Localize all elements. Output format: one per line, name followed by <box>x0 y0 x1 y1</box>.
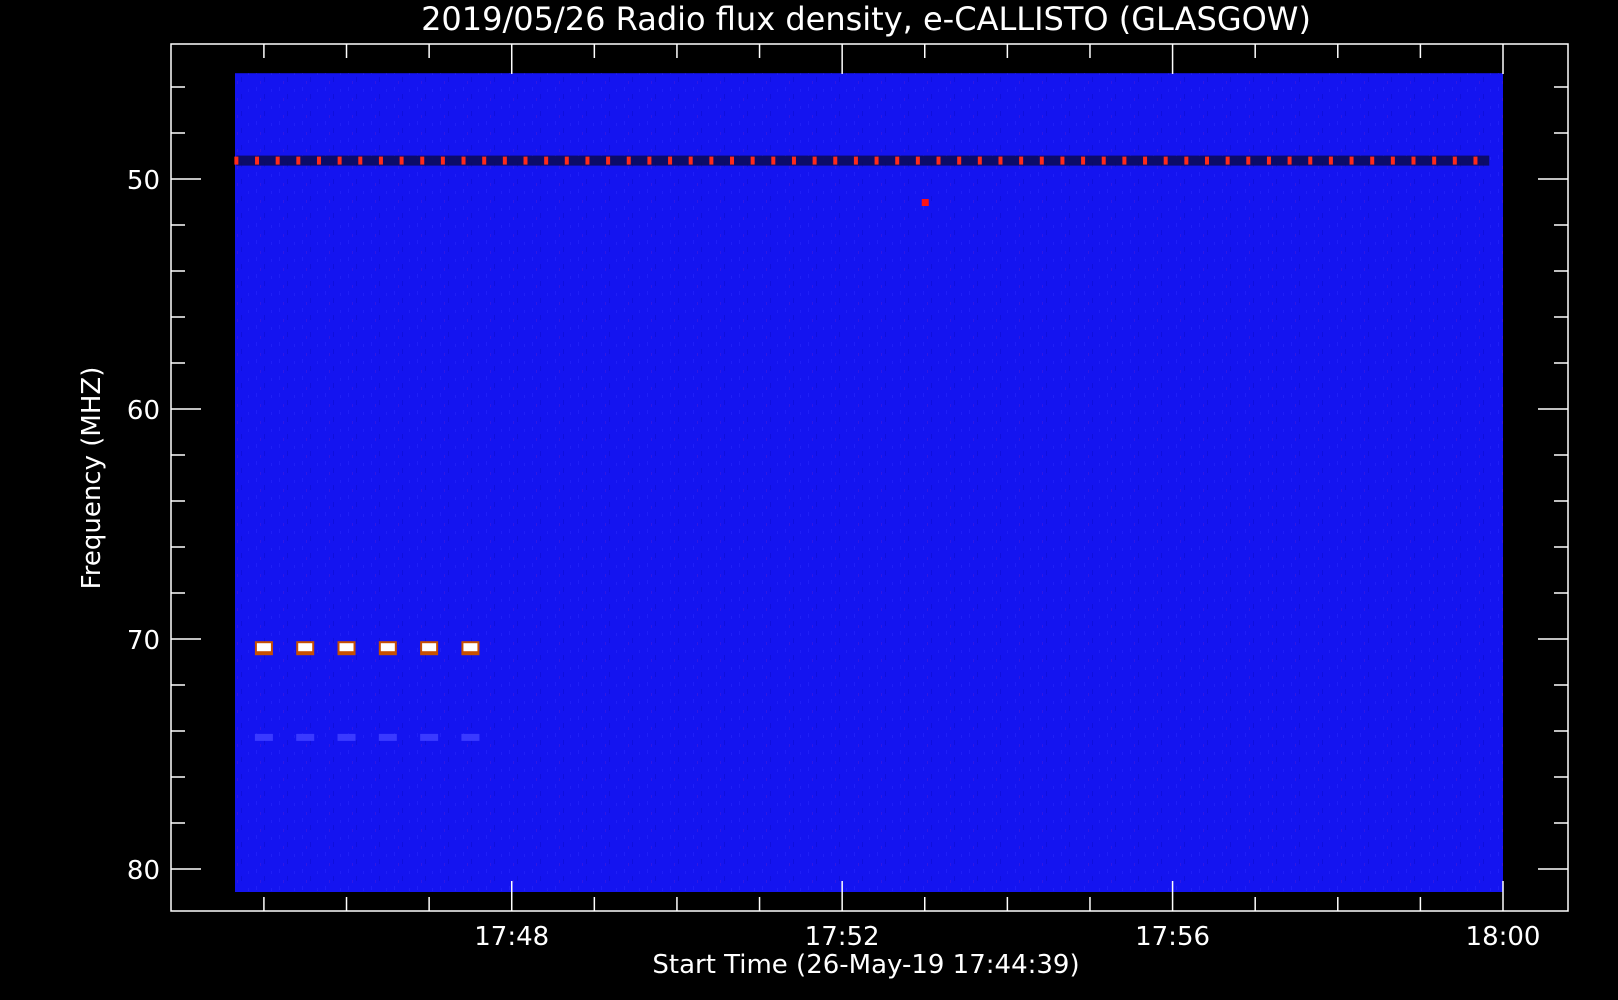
interference-pulse <box>957 156 962 165</box>
interference-pulse <box>1308 156 1313 165</box>
interference-pulse <box>275 156 280 165</box>
interference-pulse <box>606 156 611 165</box>
x-tick-label: 17:48 <box>474 922 549 952</box>
interference-pulse <box>936 156 941 165</box>
isolated-spike <box>921 199 929 206</box>
interference-pulse <box>585 156 590 165</box>
faint-pulse <box>337 733 356 741</box>
bright-pulse-core <box>256 643 271 652</box>
interference-pulse <box>688 156 693 165</box>
bright-pulse-core <box>380 643 395 652</box>
interference-pulse <box>874 156 879 165</box>
interference-pulse <box>1143 156 1148 165</box>
interference-pulse <box>626 156 631 165</box>
interference-pulse <box>564 156 569 165</box>
spectrogram-noise <box>235 73 1503 892</box>
interference-pulse <box>791 156 796 165</box>
interference-pulse <box>378 156 383 165</box>
faint-pulse <box>420 733 439 741</box>
y-tick-label: 60 <box>127 396 160 426</box>
bright-pulse-core <box>298 643 313 652</box>
interference-pulse <box>750 156 755 165</box>
interference-pulse <box>316 156 321 165</box>
interference-pulse <box>730 156 735 165</box>
interference-pulse <box>296 156 301 165</box>
interference-pulse <box>1411 156 1416 165</box>
interference-pulse <box>399 156 404 165</box>
faint-pulse <box>296 733 315 741</box>
interference-pulse <box>1039 156 1044 165</box>
interference-pulse <box>853 156 858 165</box>
faint-pulse <box>378 733 397 741</box>
faint-pulse <box>254 733 273 741</box>
bright-pulse-core <box>422 643 437 652</box>
spectrogram-chart: 2019/05/26 Radio flux density, e-CALLIST… <box>77 0 1569 980</box>
interference-pulse <box>523 156 528 165</box>
interference-pulse <box>337 156 342 165</box>
interference-pulse <box>1452 156 1457 165</box>
interference-pulse <box>1390 156 1395 165</box>
interference-pulse <box>440 156 445 165</box>
interference-pulse <box>1122 156 1127 165</box>
interference-pulse <box>1163 156 1168 165</box>
interference-pulse <box>1287 156 1292 165</box>
interference-band-dark <box>236 155 1490 166</box>
bright-pulse-core <box>463 643 478 652</box>
x-tick-label: 18:00 <box>1466 922 1541 952</box>
interference-pulse <box>1060 156 1065 165</box>
interference-pulse <box>502 156 507 165</box>
interference-pulse <box>1473 156 1478 165</box>
interference-pulse <box>358 156 363 165</box>
interference-pulse <box>1246 156 1251 165</box>
interference-pulse <box>1328 156 1333 165</box>
interference-pulse <box>1432 156 1437 165</box>
interference-pulse <box>1019 156 1024 165</box>
interference-pulse <box>1081 156 1086 165</box>
interference-pulse <box>1266 156 1271 165</box>
interference-pulse <box>977 156 982 165</box>
faint-pulse <box>461 733 480 741</box>
x-tick-label: 17:56 <box>1135 922 1210 952</box>
interference-pulse <box>1370 156 1375 165</box>
x-tick-label: 17:52 <box>805 922 880 952</box>
interference-pulse <box>234 156 239 165</box>
interference-pulse <box>915 156 920 165</box>
y-tick-label: 70 <box>127 626 160 656</box>
y-tick-label: 50 <box>127 166 160 196</box>
interference-pulse <box>647 156 652 165</box>
interference-pulse <box>482 156 487 165</box>
interference-pulse <box>668 156 673 165</box>
interference-pulse <box>255 156 260 165</box>
interference-pulse <box>812 156 817 165</box>
interference-pulse <box>1349 156 1354 165</box>
interference-pulse <box>1225 156 1230 165</box>
interference-pulse <box>998 156 1003 165</box>
interference-pulse <box>895 156 900 165</box>
interference-pulse <box>461 156 466 165</box>
interference-pulse <box>1101 156 1106 165</box>
interference-pulse <box>544 156 549 165</box>
interference-pulse <box>1184 156 1189 165</box>
y-tick-label: 80 <box>127 856 160 886</box>
interference-pulse <box>709 156 714 165</box>
y-axis-label: Frequency (MHZ) <box>77 367 107 590</box>
interference-pulse <box>420 156 425 165</box>
interference-pulse <box>833 156 838 165</box>
bright-pulse-core <box>339 643 354 652</box>
interference-pulse <box>1204 156 1209 165</box>
interference-pulse <box>771 156 776 165</box>
chart-title: 2019/05/26 Radio flux density, e-CALLIST… <box>421 0 1311 38</box>
x-axis-label: Start Time (26-May-19 17:44:39) <box>652 950 1079 980</box>
